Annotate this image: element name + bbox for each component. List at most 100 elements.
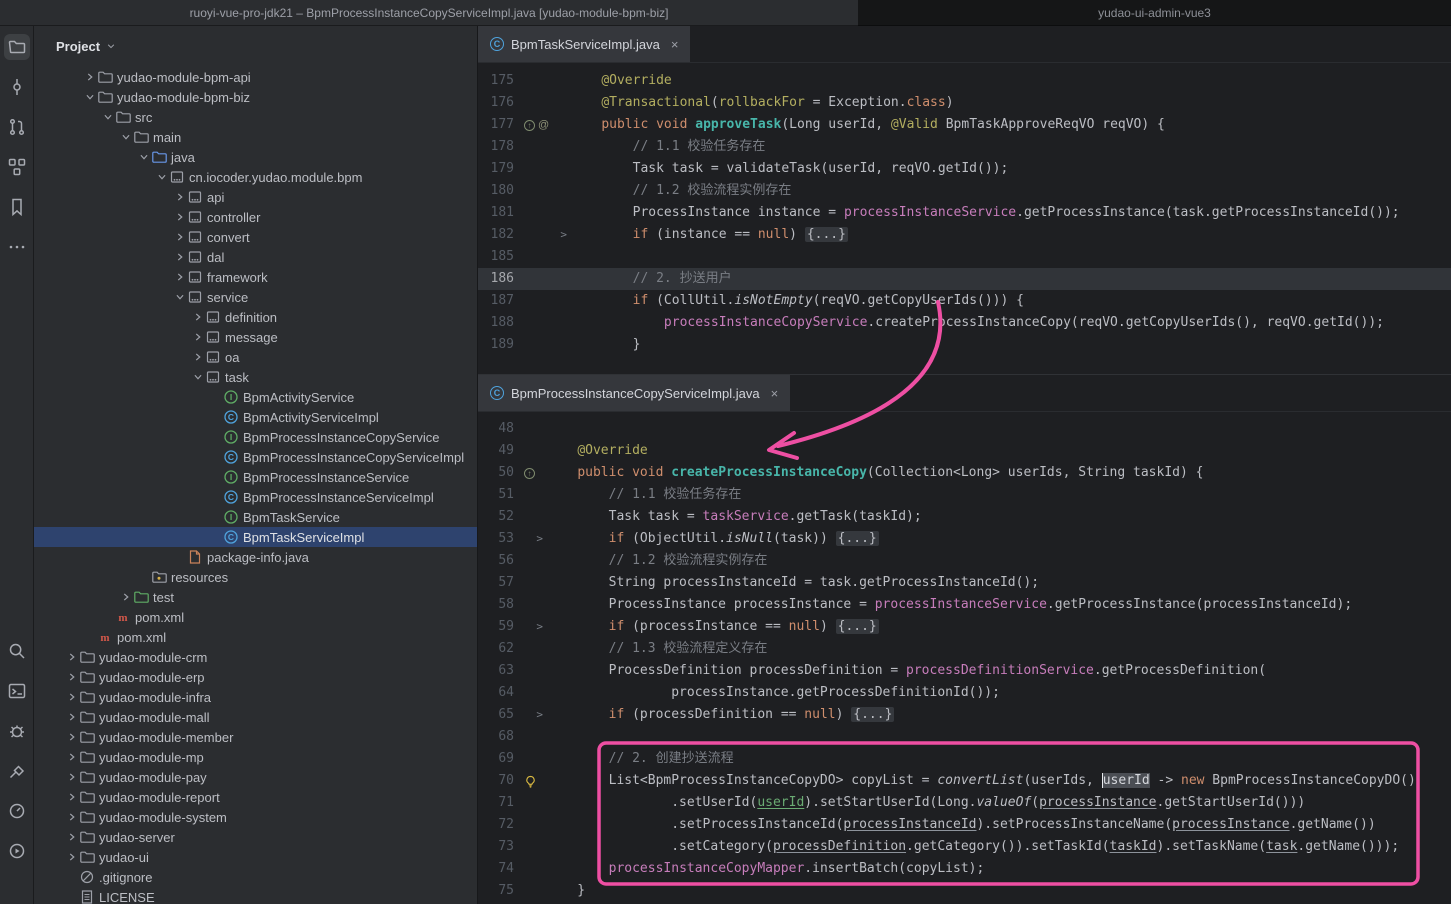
code-line[interactable]: 179 Task task = validateTask(userId, req… <box>478 158 1451 180</box>
code-line[interactable]: 64 processInstance.getProcessDefinitionI… <box>478 682 1451 704</box>
chevron-right-icon[interactable] <box>82 70 97 84</box>
project-tree-item[interactable]: definition <box>34 307 477 327</box>
commit-tool-button[interactable] <box>4 74 30 100</box>
project-tree-item[interactable]: IBpmProcessInstanceCopyService <box>34 427 477 447</box>
chevron-right-icon[interactable] <box>64 690 79 704</box>
project-tree-item[interactable]: mpom.xml <box>34 607 477 627</box>
tab-bpm-process-instance-copy-service-impl[interactable]: C BpmProcessInstanceCopyServiceImpl.java… <box>478 375 790 411</box>
code-line[interactable]: 51 // 1.1 校验任务存在 <box>478 484 1451 506</box>
more-tools-button[interactable] <box>4 234 30 260</box>
profiler-tool-button[interactable] <box>4 798 30 824</box>
project-tree-item[interactable]: main <box>34 127 477 147</box>
project-tree-item[interactable]: .gitignore <box>34 867 477 887</box>
code-line[interactable]: 187 if (CollUtil.isNotEmpty(reqVO.getCop… <box>478 290 1451 312</box>
gutter[interactable]: ↑ <box>514 462 546 484</box>
project-tree-item[interactable]: resources <box>34 567 477 587</box>
project-panel-header[interactable]: Project <box>34 26 477 67</box>
project-tree-item[interactable]: yudao-module-infra <box>34 687 477 707</box>
project-tree-item[interactable]: task <box>34 367 477 387</box>
chevron-right-icon[interactable] <box>64 710 79 724</box>
chevron-down-icon[interactable] <box>82 90 97 104</box>
code-line[interactable]: 48 <box>478 418 1451 440</box>
chevron-right-icon[interactable] <box>172 270 187 284</box>
gutter[interactable] <box>514 638 546 660</box>
chevron-down-icon[interactable] <box>154 170 169 184</box>
chevron-right-icon[interactable] <box>64 830 79 844</box>
chevron-right-icon[interactable] <box>190 310 205 324</box>
chevron-right-icon[interactable] <box>64 790 79 804</box>
gutter[interactable] <box>514 748 546 770</box>
gutter[interactable] <box>514 70 570 92</box>
code-line[interactable]: 177↑@ public void approveTask(Long userI… <box>478 114 1451 136</box>
chevron-right-icon[interactable] <box>64 670 79 684</box>
gutter[interactable]: > <box>514 704 546 726</box>
chevron-right-icon[interactable] <box>118 590 133 604</box>
code-line[interactable]: 73 .setCategory(processDefinition.getCat… <box>478 836 1451 858</box>
intention-bulb-icon[interactable] <box>524 775 537 788</box>
gutter[interactable] <box>514 158 570 180</box>
code-line[interactable]: 70 List<BpmProcessInstanceCopyDO> copyLi… <box>478 770 1451 792</box>
chevron-down-icon[interactable] <box>190 370 205 384</box>
pull-requests-tool-button[interactable] <box>4 114 30 140</box>
gutter[interactable]: > <box>514 224 570 246</box>
project-tree-item[interactable]: cn.iocoder.yudao.module.bpm <box>34 167 477 187</box>
gutter[interactable] <box>514 506 546 528</box>
secondary-window-titlebar[interactable]: yudao-ui-admin-vue3 <box>858 0 1451 26</box>
code-line[interactable]: 53> if (ObjectUtil.isNull(task)) {...} <box>478 528 1451 550</box>
code-line[interactable]: 52 Task task = taskService.getTask(taskI… <box>478 506 1451 528</box>
chevron-right-icon[interactable] <box>172 210 187 224</box>
fold-arrow-icon[interactable]: > <box>560 224 567 246</box>
code-area-2[interactable]: 4849 @Override50↑ public void createProc… <box>478 412 1451 904</box>
terminal-tool-button[interactable] <box>4 678 30 704</box>
gutter[interactable] <box>514 268 570 290</box>
project-tree-item[interactable]: mpom.xml <box>34 627 477 647</box>
override-marker-icon[interactable]: ↑ <box>524 120 535 131</box>
project-tree-item[interactable]: yudao-module-bpm-api <box>34 67 477 87</box>
fold-arrow-icon[interactable]: > <box>536 528 543 550</box>
code-line[interactable]: 62 // 1.3 校验流程定义存在 <box>478 638 1451 660</box>
gutter[interactable] <box>514 858 546 880</box>
code-line[interactable]: 180 // 1.2 校验流程实例存在 <box>478 180 1451 202</box>
gutter[interactable] <box>514 814 546 836</box>
override-marker-icon[interactable]: ↑ <box>524 468 535 479</box>
gutter[interactable] <box>514 246 570 268</box>
code-line[interactable]: 50↑ public void createProcessInstanceCop… <box>478 462 1451 484</box>
chevron-right-icon[interactable] <box>172 190 187 204</box>
code-line[interactable]: 69 // 2. 创建抄送流程 <box>478 748 1451 770</box>
project-tree-item[interactable]: api <box>34 187 477 207</box>
gutter[interactable] <box>514 682 546 704</box>
gutter[interactable] <box>514 594 546 616</box>
gutter[interactable] <box>514 202 570 224</box>
gutter[interactable] <box>514 726 546 748</box>
chevron-right-icon[interactable] <box>64 850 79 864</box>
code-line[interactable]: 75 } <box>478 880 1451 902</box>
gutter[interactable]: ↑@ <box>514 114 570 136</box>
gutter[interactable] <box>514 92 570 114</box>
gutter[interactable] <box>514 792 546 814</box>
project-tree-item[interactable]: CBpmTaskServiceImpl <box>34 527 477 547</box>
project-tree-item[interactable]: yudao-module-report <box>34 787 477 807</box>
gutter[interactable] <box>514 334 570 356</box>
project-tree-item[interactable]: yudao-module-erp <box>34 667 477 687</box>
project-tree-item[interactable]: IBpmActivityService <box>34 387 477 407</box>
code-line[interactable]: 74 processInstanceCopyMapper.insertBatch… <box>478 858 1451 880</box>
chevron-right-icon[interactable] <box>64 810 79 824</box>
code-line[interactable]: 68 <box>478 726 1451 748</box>
annotation-marker-icon[interactable]: @ <box>538 114 549 136</box>
code-line[interactable]: 56 // 1.2 校验流程实例存在 <box>478 550 1451 572</box>
gutter[interactable]: > <box>514 528 546 550</box>
code-line[interactable]: 49 @Override <box>478 440 1451 462</box>
gutter[interactable] <box>514 418 546 440</box>
project-tree-item[interactable]: yudao-module-mall <box>34 707 477 727</box>
project-tree-item[interactable]: src <box>34 107 477 127</box>
gutter[interactable] <box>514 660 546 682</box>
project-tree-item[interactable]: yudao-ui <box>34 847 477 867</box>
project-tree-item[interactable]: LICENSE <box>34 887 477 904</box>
chevron-down-icon[interactable] <box>172 290 187 304</box>
code-line[interactable]: 59> if (processInstance == null) {...} <box>478 616 1451 638</box>
project-tree-item[interactable]: convert <box>34 227 477 247</box>
code-line[interactable]: 176 @Transactional(rollbackFor = Excepti… <box>478 92 1451 114</box>
project-tree-item[interactable]: controller <box>34 207 477 227</box>
chevron-right-icon[interactable] <box>64 730 79 744</box>
main-window-titlebar[interactable]: ruoyi-vue-pro-jdk21 – BpmProcessInstance… <box>0 0 858 26</box>
